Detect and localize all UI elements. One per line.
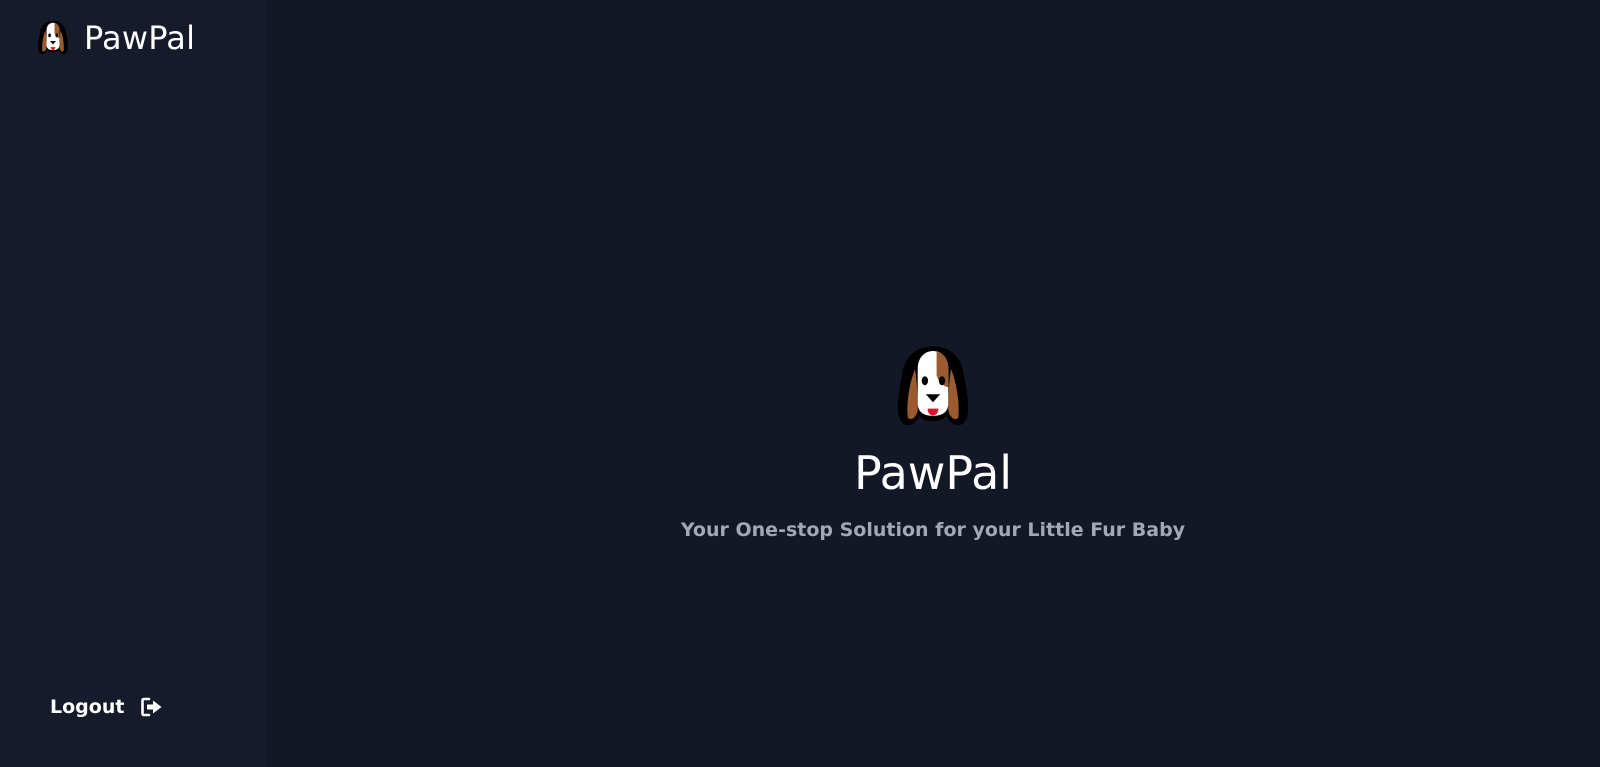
app-window: PawPal Logout PawPal Your One-stop Solut… (0, 0, 1600, 767)
sign-out-icon (141, 697, 162, 717)
hero-subtitle: Your One-stop Solution for your Little F… (680, 518, 1186, 541)
main-content: PawPal Your One-stop Solution for your L… (266, 0, 1600, 767)
dog-face-icon (38, 20, 68, 55)
logout-button[interactable]: Logout (50, 696, 163, 718)
hero-section: PawPal Your One-stop Solution for your L… (266, 342, 1600, 541)
hero-title: PawPal (853, 446, 1013, 500)
logout-label: Logout (50, 696, 125, 718)
sidebar: PawPal Logout (0, 0, 266, 767)
brand-home-link[interactable]: PawPal (34, 18, 195, 58)
brand-name: PawPal (84, 19, 196, 57)
dog-face-icon (897, 346, 969, 426)
